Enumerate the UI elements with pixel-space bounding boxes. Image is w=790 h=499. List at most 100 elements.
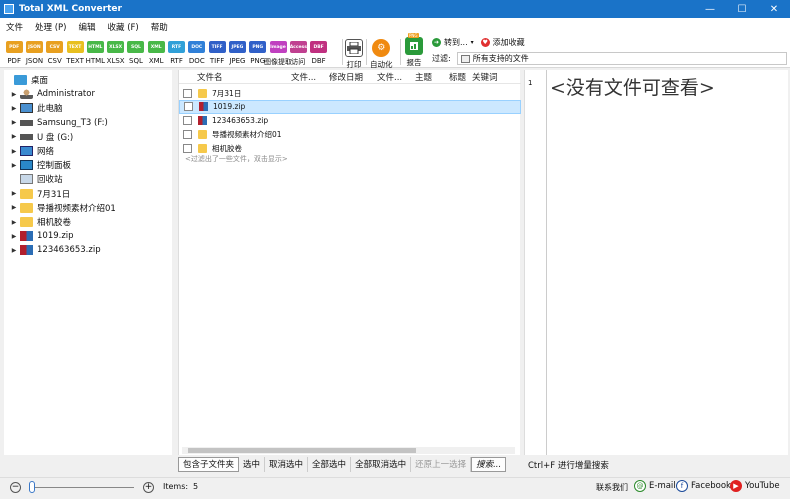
- scrollbar-thumb[interactable]: [188, 448, 416, 453]
- uncheck-all-button[interactable]: 全部取消选中: [351, 456, 412, 472]
- preview-pane[interactable]: 1 <没有文件可查看>: [524, 70, 788, 455]
- close-button[interactable]: ✕: [758, 0, 790, 18]
- format-label: TEXT: [66, 57, 84, 65]
- contact-us-link[interactable]: 联系我们: [596, 482, 628, 493]
- format-label: PDF: [7, 57, 21, 65]
- chevron-down-icon[interactable]: ▾: [471, 39, 474, 46]
- tree-item-label: 123463653.zip: [37, 245, 101, 256]
- expand-arrow-icon[interactable]: ▶: [10, 133, 18, 140]
- expand-arrow-icon[interactable]: ▶: [10, 91, 18, 98]
- file-row[interactable]: 导播视频素材介绍01: [179, 127, 521, 141]
- print-button[interactable]: 打印: [345, 39, 363, 70]
- tree-item[interactable]: 桌面: [4, 73, 48, 87]
- add-favorite-button[interactable]: 添加收藏: [493, 37, 525, 48]
- expand-arrow-icon[interactable]: ▶: [10, 204, 18, 211]
- column-modified[interactable]: 修改日期: [329, 71, 363, 83]
- facebook-link[interactable]: f Facebook: [676, 480, 731, 492]
- convert-图像提取-button[interactable]: Image 图像提取: [264, 37, 292, 67]
- report-button[interactable]: PNG 报告: [405, 33, 423, 68]
- menu-edit[interactable]: 编辑: [72, 21, 101, 33]
- convert-访问-button[interactable]: Access 访问: [288, 37, 308, 67]
- expand-arrow-icon[interactable]: ▶: [10, 105, 18, 112]
- expand-arrow-icon[interactable]: ▶: [10, 219, 18, 226]
- tree-item[interactable]: ▶ 123463653.zip: [10, 243, 101, 257]
- tree-item[interactable]: ▶ Samsung_T3 (F:): [10, 116, 108, 130]
- search-button[interactable]: 搜索...: [471, 456, 507, 472]
- horizontal-scrollbar[interactable]: [182, 447, 515, 454]
- file-row[interactable]: 7月31日: [179, 86, 521, 100]
- zoom-slider[interactable]: [30, 487, 134, 488]
- tree-item[interactable]: ▶ 控制面板: [10, 158, 71, 172]
- menu-file[interactable]: 文件: [0, 21, 29, 33]
- file-row[interactable]: 123463653.zip: [179, 114, 521, 128]
- convert-xlsx-button[interactable]: XLSX XLSX: [105, 37, 125, 67]
- row-checkbox[interactable]: [183, 143, 192, 153]
- format-icon: TEXT: [66, 41, 84, 53]
- tree-item[interactable]: ▶ 导播视频素材介绍01: [10, 201, 116, 215]
- file-name: 相机胶卷: [212, 143, 242, 153]
- check-all-button[interactable]: 全部选中: [308, 456, 352, 472]
- email-link[interactable]: @ E-mail: [634, 480, 676, 492]
- minimize-button[interactable]: —: [694, 0, 726, 18]
- row-checkbox[interactable]: [183, 88, 192, 98]
- convert-html-button[interactable]: HTML HTML: [85, 37, 105, 67]
- tree-item[interactable]: ▶ U 盘 (G:): [10, 130, 74, 144]
- zip-icon: [199, 102, 208, 112]
- tree-item[interactable]: ▶ 7月31日: [10, 187, 70, 201]
- convert-csv-button[interactable]: CSV CSV: [45, 37, 65, 67]
- expand-arrow-icon[interactable]: ▶: [10, 162, 18, 169]
- convert-dbf-button[interactable]: DBF DBF: [308, 37, 328, 67]
- convert-xml-button[interactable]: XML XML: [146, 37, 166, 67]
- automation-button[interactable]: ⚙ 自动化: [370, 39, 393, 70]
- uncheck-button[interactable]: 取消选中: [265, 456, 309, 472]
- tree-item[interactable]: 回收站: [10, 172, 63, 186]
- convert-sql-button[interactable]: SQL SQL: [126, 37, 146, 67]
- tree-item[interactable]: ▶ Administrator: [10, 87, 95, 101]
- tree-item[interactable]: ▶ 网络: [10, 144, 54, 158]
- recycle-bin-icon: [20, 174, 33, 185]
- row-checkbox[interactable]: [183, 116, 192, 126]
- goto-button[interactable]: 转到...: [444, 37, 468, 48]
- zoom-slider-thumb[interactable]: [29, 481, 36, 493]
- row-checkbox[interactable]: [183, 129, 192, 139]
- column-file-1[interactable]: 文件...: [291, 71, 316, 83]
- tree-item[interactable]: ▶ 此电脑: [10, 101, 63, 115]
- convert-text-button[interactable]: TEXT TEXT: [65, 37, 85, 67]
- column-subject[interactable]: 主题: [415, 71, 432, 83]
- row-checkbox[interactable]: [184, 102, 193, 112]
- check-button[interactable]: 选中: [239, 456, 266, 472]
- menu-help[interactable]: 帮助: [145, 21, 174, 33]
- column-filename[interactable]: 文件名: [197, 71, 223, 83]
- menu-favorites[interactable]: 收藏 (F): [102, 21, 145, 33]
- convert-pdf-button[interactable]: PDF PDF: [4, 37, 24, 67]
- convert-rtf-button[interactable]: RTF RTF: [166, 37, 186, 67]
- restore-selection-button[interactable]: 还原上一选择: [411, 456, 472, 472]
- zoom-in-button[interactable]: +: [143, 482, 154, 493]
- format-icon: RTF: [168, 41, 186, 53]
- column-keywords[interactable]: 关键词: [472, 71, 498, 83]
- expand-arrow-icon[interactable]: ▶: [10, 190, 18, 197]
- convert-json-button[interactable]: JSON JSON: [24, 37, 44, 67]
- toolbar-separator: [400, 39, 401, 65]
- zoom-out-button[interactable]: −: [10, 482, 21, 493]
- file-row[interactable]: 1019.zip: [179, 99, 521, 114]
- expand-arrow-icon[interactable]: ▶: [10, 148, 18, 155]
- youtube-link[interactable]: ▶ YouTube: [730, 480, 780, 492]
- convert-doc-button[interactable]: DOC DOC: [187, 37, 207, 67]
- tree-item[interactable]: ▶ 相机胶卷: [10, 215, 71, 229]
- column-file-2[interactable]: 文件...: [377, 71, 402, 83]
- maximize-button[interactable]: ☐: [726, 0, 758, 18]
- filter-select[interactable]: 所有支持的文件: [456, 52, 787, 65]
- expand-arrow-icon[interactable]: ▶: [10, 247, 18, 254]
- format-icon: JPEG: [228, 41, 246, 53]
- expand-arrow-icon[interactable]: ▶: [10, 233, 18, 240]
- convert-tiff-button[interactable]: TIFF TIFF: [207, 37, 227, 67]
- expand-arrow-icon[interactable]: ▶: [10, 119, 18, 126]
- column-title[interactable]: 标题: [449, 71, 466, 83]
- include-subfolders-toggle[interactable]: 包含子文件夹: [178, 456, 240, 472]
- folder-icon: [198, 88, 207, 98]
- menu-process[interactable]: 处理 (P): [29, 21, 72, 33]
- format-label: JSON: [25, 57, 44, 65]
- convert-jpeg-button[interactable]: JPEG JPEG: [227, 37, 247, 67]
- tree-item[interactable]: ▶ 1019.zip: [10, 229, 74, 243]
